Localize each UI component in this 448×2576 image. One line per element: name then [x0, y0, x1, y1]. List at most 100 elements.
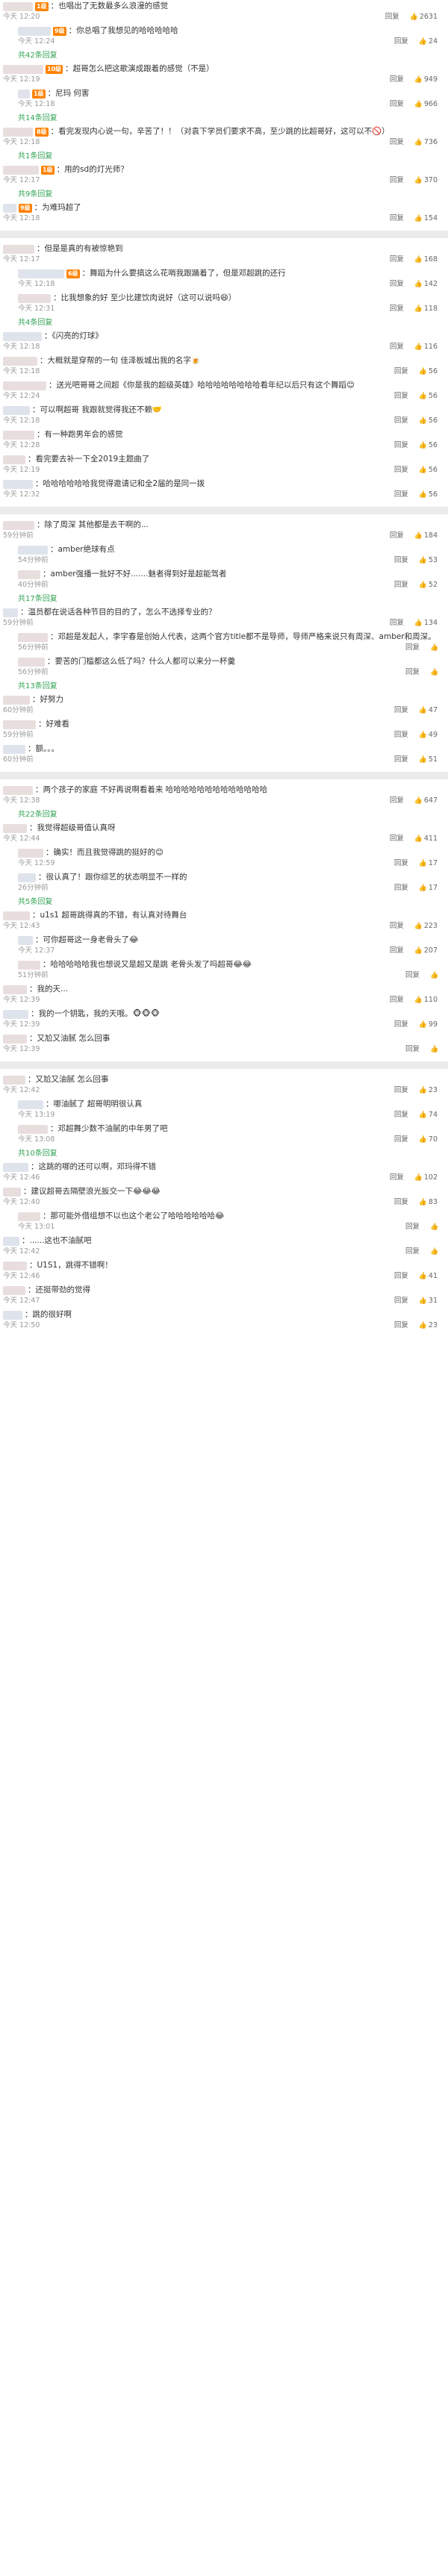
reply-button[interactable]: 回复 [394, 858, 408, 869]
reply-button[interactable]: 回复 [394, 440, 408, 451]
like-button[interactable]: 👍 56 [419, 490, 438, 500]
reply-button[interactable]: 回复 [394, 883, 408, 894]
like-button[interactable]: 👍 56 [419, 440, 438, 451]
like-button[interactable]: 👍 [430, 1046, 438, 1053]
like-button[interactable]: 👍 134 [414, 618, 438, 629]
username-blurred[interactable] [3, 720, 36, 729]
reply-button[interactable]: 回复 [394, 705, 408, 716]
view-more-replies-link[interactable]: 共22条回复 [0, 808, 448, 822]
like-button[interactable]: 👍 736 [414, 137, 438, 148]
username-blurred[interactable] [18, 26, 51, 36]
view-more-replies-link[interactable]: 共9条回复 [0, 188, 448, 202]
username-blurred[interactable] [3, 1075, 25, 1085]
like-button[interactable]: 👍 102 [414, 1173, 438, 1183]
reply-button[interactable]: 回复 [394, 1020, 408, 1030]
reply-button[interactable]: 回复 [394, 37, 408, 47]
username-blurred[interactable] [18, 873, 36, 882]
reply-button[interactable]: 回复 [390, 946, 404, 956]
reply-button[interactable]: 回复 [394, 416, 408, 426]
username-blurred[interactable] [3, 911, 30, 920]
like-button[interactable]: 👍 31 [419, 1296, 438, 1306]
username-blurred[interactable] [3, 1187, 21, 1197]
username-blurred[interactable] [3, 479, 33, 489]
username-blurred[interactable] [3, 127, 33, 137]
view-more-replies-link[interactable]: 共42条回复 [0, 49, 448, 63]
like-button[interactable]: 👍 223 [414, 921, 438, 932]
username-blurred[interactable] [18, 848, 43, 858]
username-blurred[interactable] [18, 1124, 48, 1134]
username-blurred[interactable] [18, 632, 48, 642]
like-button[interactable]: 👍 949 [414, 75, 438, 85]
like-button[interactable]: 👍 53 [419, 555, 438, 566]
username-blurred[interactable] [3, 331, 42, 341]
like-button[interactable]: 👍 184 [414, 531, 438, 541]
reply-button[interactable]: 回复 [394, 1135, 408, 1145]
reply-button[interactable]: 回复 [390, 531, 404, 541]
like-button[interactable]: 👍 110 [414, 995, 438, 1005]
username-blurred[interactable] [3, 1, 33, 11]
like-button[interactable]: 👍 168 [414, 255, 438, 265]
reply-button[interactable]: 回复 [394, 755, 408, 765]
reply-button[interactable]: 回复 [390, 1173, 404, 1183]
like-button[interactable]: 👍 647 [414, 796, 438, 806]
reply-button[interactable]: 回复 [390, 75, 404, 85]
username-blurred[interactable] [18, 545, 48, 555]
reply-button[interactable]: 回复 [394, 1271, 408, 1282]
like-button[interactable]: 👍 83 [419, 1197, 438, 1208]
username-blurred[interactable] [3, 1034, 27, 1044]
view-more-replies-link[interactable]: 共5条回复 [0, 896, 448, 909]
view-more-replies-link[interactable]: 共1条回复 [0, 150, 448, 163]
reply-button[interactable]: 回复 [394, 555, 408, 566]
username-blurred[interactable] [18, 960, 40, 970]
reply-button[interactable]: 回复 [405, 1044, 420, 1055]
view-more-replies-link[interactable]: 共13条回复 [0, 680, 448, 693]
username-blurred[interactable] [18, 89, 30, 99]
like-button[interactable]: 👍 41 [419, 1271, 438, 1282]
username-blurred[interactable] [18, 935, 33, 945]
like-button[interactable]: 👍 [430, 972, 438, 979]
view-more-replies-link[interactable]: 共14条回复 [0, 112, 448, 125]
reply-button[interactable]: 回复 [390, 995, 404, 1005]
like-button[interactable]: 👍 118 [414, 304, 438, 314]
username-blurred[interactable] [3, 165, 39, 175]
like-button[interactable]: 👍 23 [419, 1085, 438, 1096]
like-button[interactable]: 👍 411 [414, 834, 438, 844]
like-button[interactable]: 👍 207 [414, 946, 438, 956]
reply-button[interactable]: 回复 [390, 304, 404, 314]
username-blurred[interactable] [3, 455, 25, 464]
username-blurred[interactable] [3, 64, 43, 74]
username-blurred[interactable] [3, 381, 46, 390]
reply-button[interactable]: 回复 [394, 1197, 408, 1208]
username-blurred[interactable] [3, 985, 27, 994]
reply-button[interactable]: 回复 [405, 667, 420, 678]
like-button[interactable]: 👍 17 [419, 883, 438, 894]
username-blurred[interactable] [3, 430, 34, 440]
reply-button[interactable]: 回复 [390, 279, 404, 290]
username-blurred[interactable] [3, 744, 25, 754]
like-button[interactable]: 👍 [430, 1223, 438, 1231]
reply-button[interactable]: 回复 [405, 970, 420, 981]
reply-button[interactable]: 回复 [394, 1110, 408, 1120]
view-more-replies-link[interactable]: 共17条回复 [0, 593, 448, 606]
reply-button[interactable]: 回复 [390, 213, 404, 224]
username-blurred[interactable] [3, 203, 16, 213]
reply-button[interactable]: 回复 [390, 175, 404, 186]
like-button[interactable]: 👍 70 [419, 1135, 438, 1145]
username-blurred[interactable] [3, 520, 34, 530]
like-button[interactable]: 👍 51 [419, 755, 438, 765]
reply-button[interactable]: 回复 [390, 342, 404, 352]
username-blurred[interactable] [18, 269, 64, 278]
username-blurred[interactable] [3, 1236, 19, 1246]
like-button[interactable]: 👍 17 [419, 858, 438, 869]
reply-button[interactable]: 回复 [405, 643, 420, 653]
like-button[interactable]: 👍 2631 [410, 12, 438, 22]
username-blurred[interactable] [3, 1162, 28, 1172]
reply-button[interactable]: 回复 [394, 1085, 408, 1096]
username-blurred[interactable] [3, 785, 33, 795]
like-button[interactable]: 👍 [430, 669, 438, 676]
username-blurred[interactable] [3, 356, 37, 366]
username-blurred[interactable] [3, 1009, 28, 1019]
reply-button[interactable]: 回复 [390, 99, 404, 110]
reply-button[interactable]: 回复 [405, 1247, 420, 1257]
like-button[interactable]: 👍 142 [414, 279, 438, 290]
